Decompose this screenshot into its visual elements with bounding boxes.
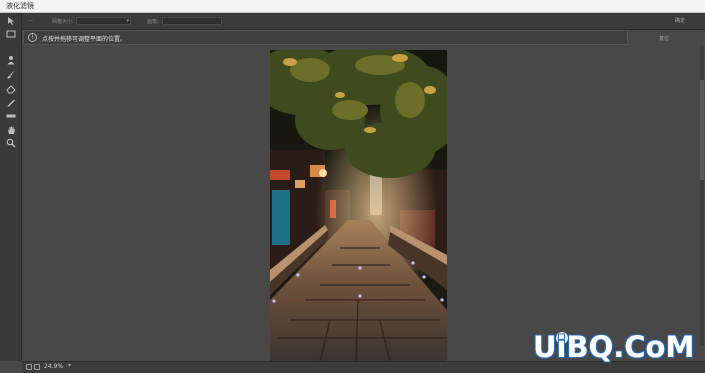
- watermark-text: UiBQ.CoM: [533, 330, 695, 364]
- person-icon[interactable]: [6, 55, 16, 65]
- brush-label: 画笔:: [147, 19, 159, 25]
- grid-size-label: 网格大小:: [52, 19, 74, 25]
- grid-size-dropdown[interactable]: ▾: [76, 17, 131, 25]
- actual-size-icon[interactable]: [34, 364, 40, 370]
- tool-sidebar: [0, 13, 22, 361]
- window-title: 液化滤镜: [6, 2, 34, 10]
- vertical-scrollbar[interactable]: [700, 45, 704, 345]
- hint-bar: ! 点按并拖移可调整平面的位置。: [23, 30, 628, 45]
- fit-screen-icon[interactable]: [26, 364, 32, 370]
- ruler-icon[interactable]: [6, 111, 16, 121]
- hand-icon[interactable]: [6, 125, 16, 135]
- window-titlebar: 液化滤镜: [0, 0, 705, 13]
- chevron-down-icon[interactable]: ▾: [68, 362, 71, 369]
- brush-icon[interactable]: [6, 69, 16, 79]
- image-canvas[interactable]: [270, 50, 447, 362]
- option-label-1: —: [28, 18, 33, 24]
- rect-select-icon[interactable]: [6, 29, 16, 39]
- reset-button[interactable]: 复位: [659, 35, 669, 42]
- night-street-photo: [270, 50, 447, 362]
- hint-message: 点按并拖移可调整平面的位置。: [42, 36, 127, 43]
- eyedropper-icon[interactable]: [6, 98, 16, 108]
- options-bar: — 网格大小: ▾ 画笔: 确定: [0, 13, 705, 30]
- confirm-button[interactable]: 确定: [675, 17, 685, 24]
- zoom-icon[interactable]: [6, 138, 16, 148]
- chevron-down-icon: ▾: [126, 18, 129, 24]
- brush-field[interactable]: [162, 17, 222, 25]
- zoom-level[interactable]: 24.9%: [44, 363, 63, 370]
- move-tool-icon[interactable]: [6, 16, 16, 26]
- scrollbar-thumb[interactable]: [700, 80, 704, 180]
- eraser-icon[interactable]: [6, 84, 16, 94]
- info-icon: !: [28, 33, 37, 42]
